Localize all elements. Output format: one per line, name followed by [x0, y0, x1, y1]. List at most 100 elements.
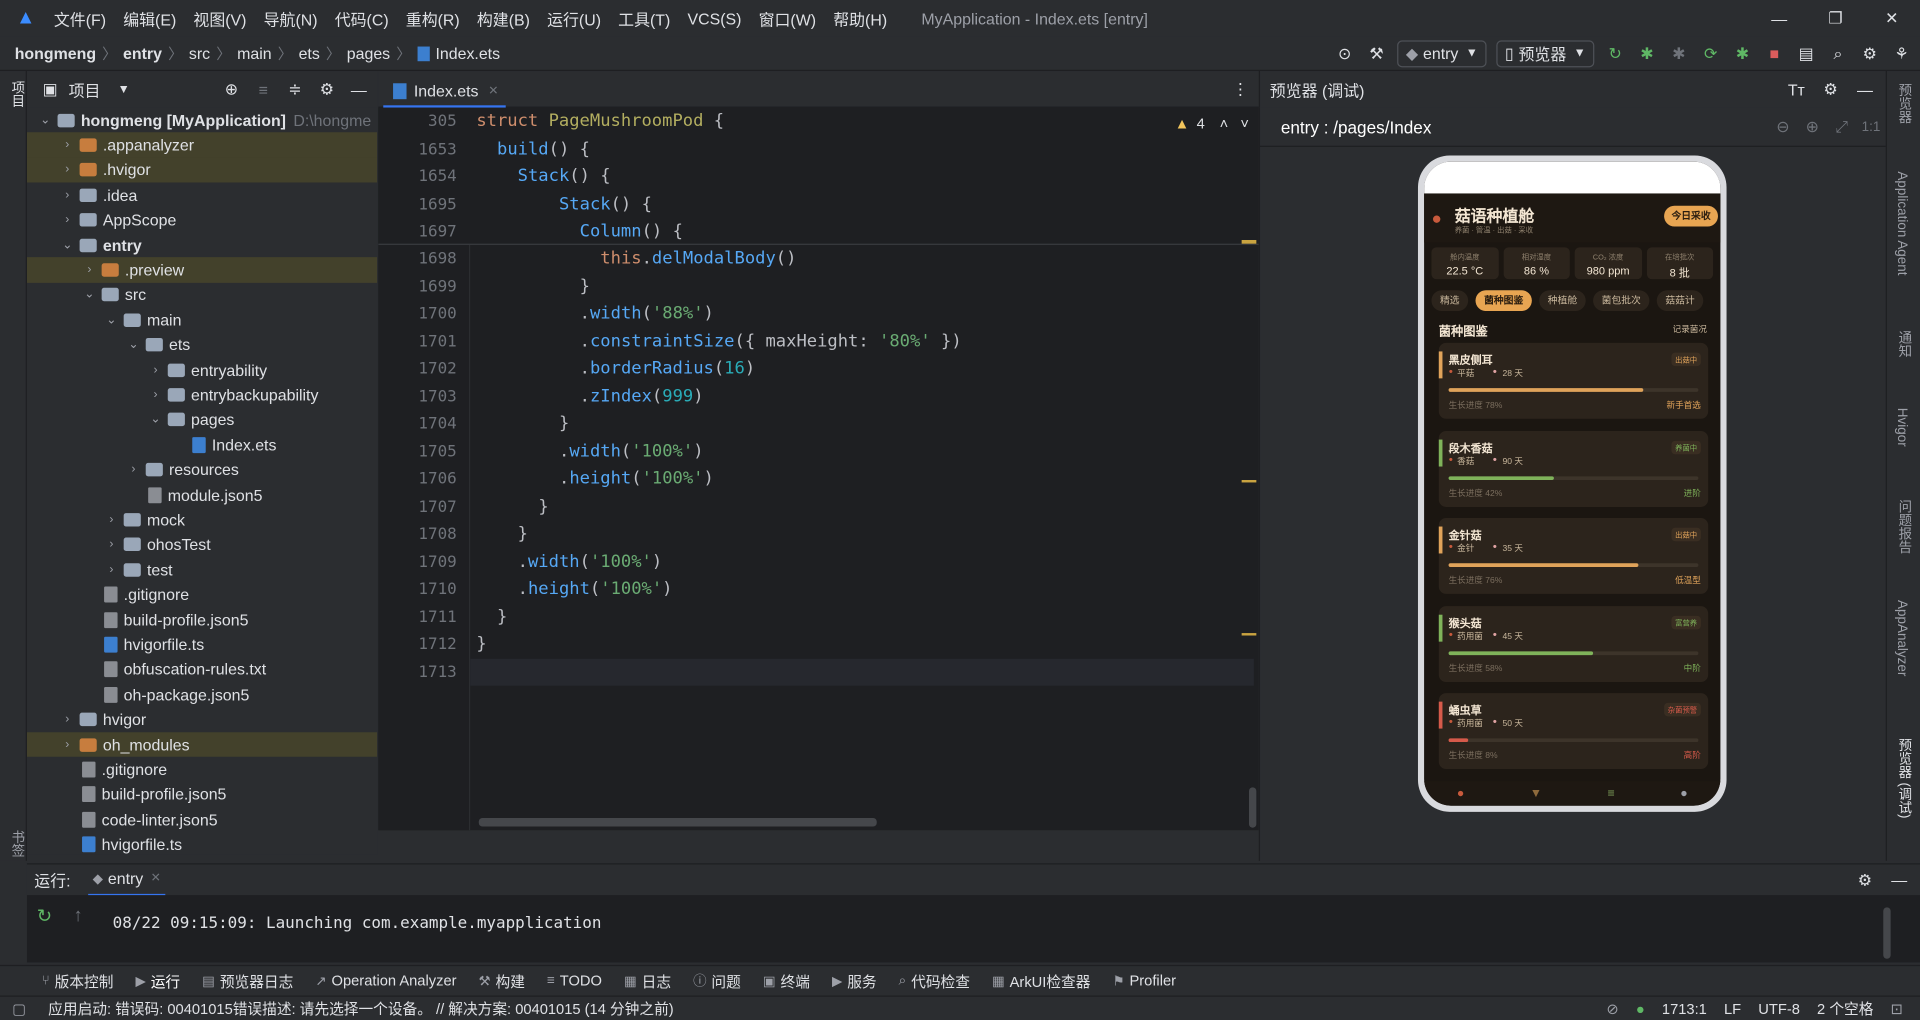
chevron-down-icon[interactable]: ˅: [1240, 115, 1249, 132]
tree-item[interactable]: › hvigor: [27, 707, 377, 732]
code-line[interactable]: .height('100%'): [476, 579, 673, 599]
nav-mushroom-icon[interactable]: ●: [1457, 787, 1464, 800]
sticky-code-line[interactable]: Stack() {: [476, 194, 652, 214]
nav-batch-icon[interactable]: ≡: [1608, 787, 1615, 800]
menu-item[interactable]: 编辑(E): [123, 7, 176, 30]
menu-item[interactable]: 导航(N): [264, 7, 318, 30]
minimize-icon[interactable]: —: [1751, 7, 1807, 29]
nav-profile-icon[interactable]: ●: [1680, 787, 1687, 800]
tree-item[interactable]: › .idea: [27, 183, 377, 208]
menu-item[interactable]: 窗口(W): [759, 7, 816, 30]
search-icon[interactable]: ⌕: [1827, 42, 1849, 64]
zoom-in-icon[interactable]: ⊕: [1801, 116, 1823, 138]
chevron-right-icon[interactable]: ›: [59, 188, 76, 201]
tool-window-12[interactable]: ⚑ Profiler: [1112, 972, 1176, 989]
app-tab[interactable]: 菌包批次: [1593, 289, 1650, 311]
appanalyzer-tool-tab[interactable]: AppAnalyzer: [1894, 600, 1909, 676]
rerun-icon[interactable]: ↻: [37, 905, 52, 927]
app-tab[interactable]: 种植舱: [1539, 289, 1586, 311]
tree-item[interactable]: ⌄ ets: [27, 333, 377, 358]
code-editor[interactable]: 1698 1699 1700 1701 1702 1703 1704 1705 1706 1707…: [378, 107, 1259, 831]
app-tab[interactable]: 精选: [1431, 289, 1469, 311]
tree-item[interactable]: › .appanalyzer: [26, 132, 378, 158]
status-message[interactable]: 应用启动: 错误码: 00401015错误描述: 请先选择一个设备。 // 解决…: [48, 998, 673, 1019]
tool-window-9[interactable]: ▶ 服务: [832, 970, 877, 991]
run-config-select[interactable]: ◆ entry ▼: [1397, 39, 1487, 67]
tool-window-11[interactable]: ▦ ArkUI检查器: [992, 970, 1090, 991]
chevron-down-icon[interactable]: ⌄: [103, 313, 120, 326]
chevron-right-icon[interactable]: ›: [59, 138, 76, 151]
expand-all-icon[interactable]: ≡: [252, 78, 274, 100]
project-tool-tab[interactable]: 项目: [7, 81, 27, 108]
hide-icon[interactable]: —: [1888, 869, 1910, 891]
code-line[interactable]: this.delModalBody(): [476, 249, 796, 269]
tree-item[interactable]: › AppScope: [27, 208, 377, 233]
chevron-right-icon[interactable]: ›: [59, 213, 76, 226]
code-line[interactable]: .constraintSize({ maxHeight: '80%' }): [476, 331, 962, 351]
line-separator[interactable]: LF: [1724, 1000, 1741, 1017]
chevron-right-icon[interactable]: ›: [103, 538, 120, 551]
tree-item[interactable]: hvigorfile.ts: [27, 832, 377, 855]
tool-window-7[interactable]: ⓘ 问题: [693, 970, 741, 991]
menu-item[interactable]: 视图(V): [193, 7, 246, 30]
refresh-icon[interactable]: ⟳: [1700, 42, 1722, 64]
code-line[interactable]: }: [476, 634, 486, 654]
sticky-scroll-header[interactable]: 305 struct PageMushroomPod {1653 build() …: [378, 107, 1259, 245]
tree-item[interactable]: oh-package.json5: [27, 682, 377, 707]
chevron-up-icon[interactable]: ˄: [1220, 115, 1229, 132]
tree-item[interactable]: build-profile.json5: [27, 607, 377, 632]
console-scrollbar[interactable]: [1883, 907, 1891, 959]
menu-item[interactable]: 帮助(H): [833, 7, 887, 30]
tree-item[interactable]: › test: [27, 557, 377, 582]
preview-screen[interactable]: ● 菇语种植舱 养菌 · 管温 · 出菇 · 采收 今日采收 舱内温度 22.5 …: [1424, 161, 1721, 806]
hide-icon[interactable]: —: [348, 78, 370, 100]
restore-icon[interactable]: ❐: [1807, 7, 1863, 29]
chevron-down-icon[interactable]: ⌄: [147, 413, 164, 426]
cursor-position[interactable]: 1713:1: [1662, 1000, 1707, 1017]
chevron-right-icon[interactable]: ›: [81, 263, 98, 276]
code-line[interactable]: .width('100%'): [476, 441, 704, 461]
power-save-icon[interactable]: ⊘: [1606, 1000, 1618, 1017]
species-card[interactable]: 猴头菇 富营养 ● 药用菌 ● 45 天生长进度 58% 中阶: [1438, 605, 1709, 682]
tree-item[interactable]: › oh_modules: [26, 732, 378, 758]
settings-icon[interactable]: ⚙: [1859, 42, 1881, 64]
nav-pod-icon[interactable]: ▼: [1530, 787, 1542, 800]
tree-item[interactable]: ⌄ pages: [27, 408, 377, 433]
tab-index-ets[interactable]: Index.ets ✕: [383, 76, 506, 108]
sticky-code-line[interactable]: Column() {: [476, 222, 683, 242]
notifications-tool-tab[interactable]: 通知: [1894, 331, 1914, 358]
code-line[interactable]: }: [476, 524, 528, 544]
tree-item[interactable]: hvigorfile.ts: [27, 632, 377, 657]
tool-window-0[interactable]: ⑂ 版本控制: [42, 970, 114, 991]
agent-tool-tab[interactable]: Application Agent: [1894, 171, 1909, 275]
tree-item[interactable]: › resources: [27, 457, 377, 482]
hvigor-tool-tab[interactable]: Hvigor: [1894, 408, 1909, 447]
chevron-down-icon[interactable]: ⌄: [37, 113, 54, 126]
run-console[interactable]: ↻ ↑ 08/22 09:15:09: Launching com.exampl…: [26, 895, 1920, 963]
inspection-widget[interactable]: ▲ 4 ˄ ˅: [1175, 115, 1249, 132]
species-card[interactable]: 金针菇 出菇中 ● 金针 ● 35 天生长进度 76% 低温型: [1438, 517, 1709, 594]
tree-item[interactable]: module.json5: [27, 482, 377, 507]
menu-item[interactable]: 文件(F): [54, 7, 106, 30]
code-line[interactable]: }: [476, 276, 590, 296]
chevron-right-icon[interactable]: ›: [59, 163, 76, 176]
code-line[interactable]: .width('88%'): [476, 304, 714, 324]
tool-window-4[interactable]: ⚒ 构建: [479, 970, 525, 991]
tool-window-6[interactable]: ▦ 日志: [624, 970, 671, 991]
collapse-all-icon[interactable]: ≑: [284, 78, 306, 100]
hammer-icon[interactable]: ⚒: [1365, 42, 1387, 64]
harvest-button[interactable]: 今日采收: [1664, 205, 1718, 227]
device-select[interactable]: ▯ 预览器 ▼: [1496, 39, 1595, 67]
chevron-right-icon[interactable]: ›: [147, 363, 164, 376]
project-structure-icon[interactable]: ▤: [1795, 42, 1817, 64]
previewer-tool-tab[interactable]: 预览器: [1894, 83, 1914, 123]
debug-icon[interactable]: ✱: [1636, 42, 1658, 64]
tree-item[interactable]: ⌄ src: [27, 283, 377, 308]
breadcrumb-item[interactable]: hongmeng: [15, 44, 96, 62]
app-tab[interactable]: 菌种图鉴: [1475, 289, 1532, 311]
menu-item[interactable]: 重构(R): [406, 7, 460, 30]
tree-item[interactable]: › ohosTest: [27, 532, 377, 557]
chevron-down-icon[interactable]: ▼: [118, 83, 130, 96]
project-panel-title[interactable]: 项目: [69, 78, 101, 101]
indent-setting[interactable]: 2 个空格: [1817, 998, 1873, 1019]
